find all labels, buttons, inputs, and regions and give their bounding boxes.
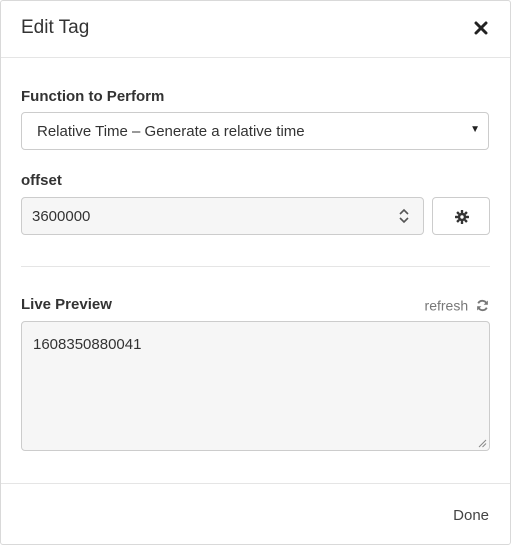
offset-input-value: 3600000 bbox=[32, 208, 91, 225]
offset-input[interactable]: 3600000 bbox=[21, 197, 424, 235]
section-divider bbox=[21, 266, 490, 267]
function-label: Function to Perform bbox=[21, 88, 165, 105]
function-select-value: Relative Time – Generate a relative time bbox=[37, 123, 305, 140]
close-button[interactable] bbox=[472, 17, 490, 39]
offset-label: offset bbox=[21, 172, 62, 189]
dialog-title: Edit Tag bbox=[21, 17, 90, 38]
function-select[interactable]: Relative Time – Generate a relative time… bbox=[21, 112, 489, 150]
number-stepper-icon[interactable] bbox=[399, 207, 409, 225]
live-preview-output[interactable]: 1608350880041 bbox=[21, 321, 490, 451]
settings-button[interactable] bbox=[432, 197, 490, 235]
gear-icon bbox=[455, 210, 469, 224]
close-icon bbox=[474, 21, 488, 35]
footer-divider bbox=[1, 483, 510, 484]
refresh-label: refresh bbox=[424, 297, 469, 314]
dropdown-arrow-icon: ▼ bbox=[470, 124, 480, 135]
dialog-header: Edit Tag bbox=[1, 1, 510, 58]
refresh-icon bbox=[477, 299, 488, 311]
live-preview-label: Live Preview bbox=[21, 296, 112, 313]
edit-tag-dialog: Edit Tag Function to Perform Relative Ti… bbox=[0, 0, 511, 545]
done-button[interactable]: Done bbox=[453, 507, 489, 524]
live-preview-value: 1608350880041 bbox=[33, 336, 142, 353]
resize-handle-icon[interactable] bbox=[478, 439, 487, 448]
refresh-button[interactable]: refresh bbox=[425, 296, 489, 313]
